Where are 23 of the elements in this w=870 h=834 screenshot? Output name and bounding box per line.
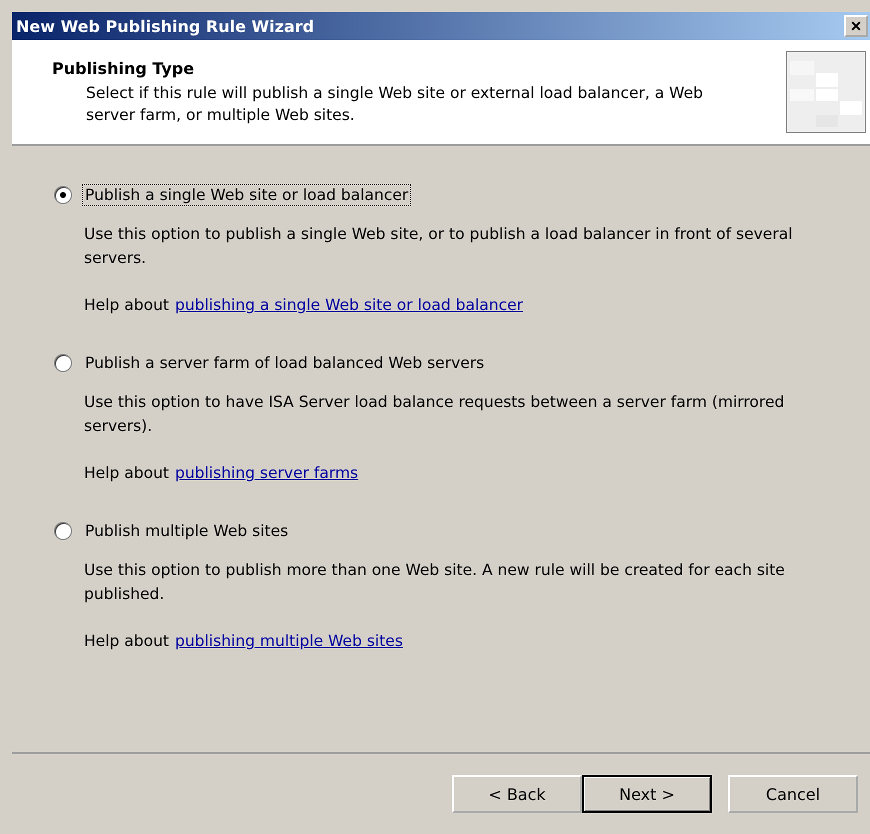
cancel-button[interactable]: Cancel: [728, 775, 858, 813]
wizard-banner-icon: [786, 51, 866, 133]
help-text: Help about: [84, 632, 169, 650]
help-text: Help about: [84, 464, 169, 482]
next-button[interactable]: Next >: [582, 775, 712, 813]
option-label[interactable]: Publish a single Web site or load balancer: [82, 184, 412, 206]
option-label[interactable]: Publish multiple Web sites: [82, 520, 292, 542]
option-description: Use this option to have ISA Server load balance requests between a server farm (mirrored servers).: [84, 392, 786, 437]
radio-button[interactable]: [54, 354, 72, 372]
close-button[interactable]: ×: [844, 15, 868, 37]
radio-button[interactable]: [54, 522, 72, 540]
option-description: Use this option to publish more than one Web site. A new rule will be created for each site published.: [84, 560, 786, 605]
option-label[interactable]: Publish a server farm of load balanced Web servers: [82, 352, 488, 374]
page-description: Select if this rule will publish a single Web site or external load balancer, a Web server farm, or multiple Web sites.: [85, 82, 704, 126]
back-button[interactable]: < Back: [452, 775, 582, 813]
window-title: New Web Publishing Rule Wizard: [16, 16, 314, 36]
radio-button[interactable]: [54, 186, 72, 204]
help-link[interactable]: publishing a single Web site or load balancer: [175, 296, 524, 314]
option-description: Use this option to publish a single Web site, or to publish a load balancer in front of several servers.: [84, 224, 794, 269]
help-link[interactable]: publishing multiple Web sites: [175, 632, 403, 650]
help-text: Help about: [84, 296, 169, 314]
help-link[interactable]: publishing server farms: [175, 464, 358, 482]
page-title: Publishing Type: [52, 58, 196, 78]
